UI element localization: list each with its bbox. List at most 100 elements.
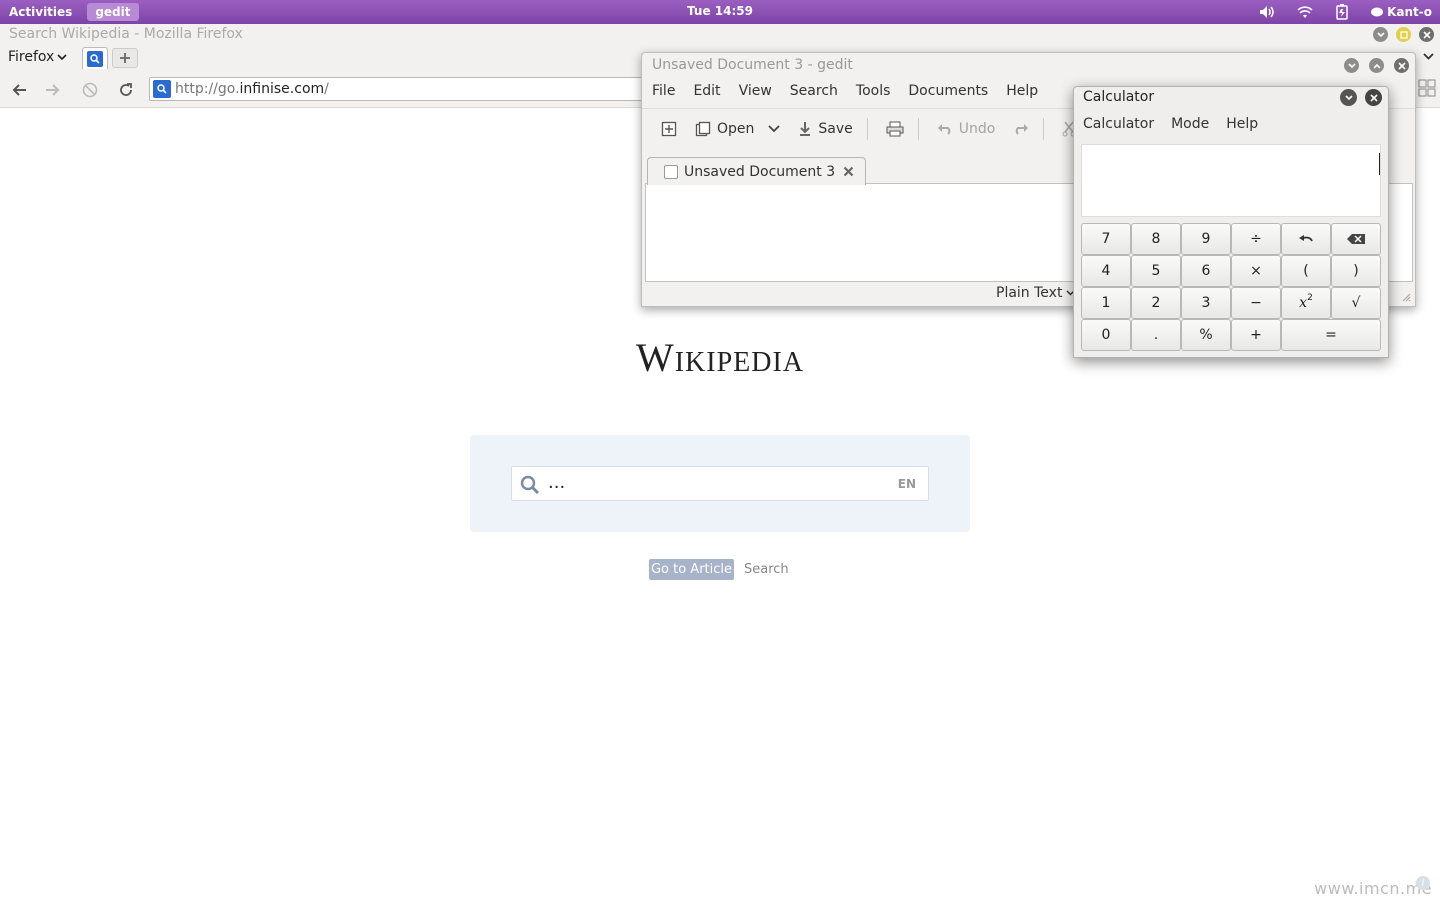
language-selector[interactable]: EN: [898, 477, 916, 491]
url-bar[interactable]: http://go.infinise.com/: [149, 77, 659, 101]
plus-icon: [120, 53, 130, 63]
close-icon: [1369, 93, 1378, 102]
reload-button[interactable]: [115, 79, 137, 101]
key-percent[interactable]: %: [1181, 319, 1231, 351]
key-8[interactable]: 8: [1131, 223, 1181, 255]
document-tab[interactable]: Unsaved Document 3: [647, 157, 866, 185]
new-document-button[interactable]: [661, 121, 677, 137]
minimize-button[interactable]: [1340, 89, 1357, 106]
chevron-down-icon: [768, 124, 781, 132]
key-6[interactable]: 6: [1181, 255, 1231, 287]
close-button[interactable]: [1394, 58, 1409, 73]
wifi-icon[interactable]: [1297, 5, 1313, 19]
close-icon: [1397, 61, 1406, 70]
key-5[interactable]: 5: [1131, 255, 1181, 287]
minimize-button[interactable]: [1373, 27, 1388, 42]
menu-help[interactable]: Help: [996, 81, 1046, 105]
maximize-button[interactable]: [1369, 58, 1384, 73]
menu-help[interactable]: Help: [1217, 116, 1266, 132]
volume-icon[interactable]: [1259, 5, 1275, 19]
gedit-menubar: File Edit View Search Tools Documents He…: [642, 81, 1046, 105]
key-9[interactable]: 9: [1181, 223, 1231, 255]
resize-grip-icon[interactable]: [1401, 291, 1411, 306]
battery-icon[interactable]: [1335, 4, 1349, 20]
back-button[interactable]: [8, 79, 30, 101]
key-multiply[interactable]: ×: [1231, 255, 1281, 287]
open-button[interactable]: Open: [695, 120, 781, 137]
key-1[interactable]: 1: [1081, 287, 1131, 319]
app-menu-button[interactable]: gedit: [87, 3, 139, 21]
user-menu[interactable]: Kant-o: [1371, 5, 1432, 19]
go-to-article-button[interactable]: Go to Article: [649, 559, 734, 580]
key-sqrt[interactable]: √: [1331, 287, 1381, 319]
forward-button[interactable]: [42, 79, 64, 101]
minimize-button[interactable]: [1344, 58, 1359, 73]
clock[interactable]: Tue 14:59: [0, 4, 1440, 18]
grid-view-icon[interactable]: [1418, 79, 1436, 101]
activities-button[interactable]: Activities: [0, 5, 81, 19]
save-button[interactable]: Save: [798, 121, 853, 137]
menu-tools[interactable]: Tools: [846, 81, 899, 105]
key-equals[interactable]: =: [1281, 319, 1381, 351]
search-button[interactable]: Search: [744, 562, 789, 577]
menu-calculator[interactable]: Calculator: [1074, 116, 1162, 132]
key-square[interactable]: x2: [1281, 287, 1331, 319]
reload-icon: [120, 83, 132, 96]
list-all-tabs-button[interactable]: [1423, 50, 1434, 65]
gedit-window-controls: [1344, 58, 1409, 73]
key-2[interactable]: 2: [1131, 287, 1181, 319]
stop-button[interactable]: [79, 79, 101, 101]
key-4[interactable]: 4: [1081, 255, 1131, 287]
key-0[interactable]: 0: [1081, 319, 1131, 351]
top-panel: Activities gedit Tue 14:59 Kant-o: [0, 0, 1440, 24]
calculator-window-title[interactable]: Calculator: [1083, 89, 1154, 105]
close-button[interactable]: [1365, 89, 1382, 106]
firefox-menu-label: Firefox: [8, 49, 55, 65]
info-icon: i: [1416, 876, 1430, 890]
firefox-menu-button[interactable]: Firefox: [8, 49, 67, 65]
chevron-down-icon: [1423, 53, 1434, 60]
key-decimal[interactable]: .: [1131, 319, 1181, 351]
redo-button[interactable]: [1013, 123, 1029, 135]
key-3[interactable]: 3: [1181, 287, 1231, 319]
key-open-paren[interactable]: (: [1281, 255, 1331, 287]
watermark: www.imcn.me: [1314, 879, 1432, 898]
undo-button[interactable]: Undo: [937, 121, 995, 137]
menu-mode[interactable]: Mode: [1162, 116, 1217, 132]
site-identity-icon[interactable]: [153, 80, 171, 98]
save-icon: [800, 121, 811, 136]
menu-search[interactable]: Search: [780, 81, 846, 105]
search-icon: [520, 475, 540, 499]
menu-view[interactable]: View: [729, 81, 780, 105]
language-dropdown[interactable]: Plain Text: [996, 285, 1075, 301]
gedit-window-title: Unsaved Document 3 - gedit: [652, 57, 853, 73]
close-button[interactable]: [1419, 27, 1434, 42]
key-7[interactable]: 7: [1081, 223, 1131, 255]
menu-file[interactable]: File: [642, 81, 683, 105]
gedit-titlebar[interactable]: Unsaved Document 3 - gedit: [642, 53, 1415, 79]
print-button[interactable]: [886, 121, 904, 137]
key-backspace[interactable]: [1331, 223, 1381, 255]
print-icon: [886, 121, 904, 136]
search-panel: ... EN: [470, 435, 970, 532]
active-tab[interactable]: [82, 47, 108, 69]
menu-edit[interactable]: Edit: [683, 81, 728, 105]
menu-documents[interactable]: Documents: [898, 81, 996, 105]
maximize-button[interactable]: [1396, 27, 1411, 42]
key-subtract[interactable]: −: [1231, 287, 1281, 319]
open-label: Open: [717, 120, 755, 137]
close-tab-icon[interactable]: [843, 166, 854, 177]
calculator-display[interactable]: [1081, 144, 1381, 217]
key-divide[interactable]: ÷: [1231, 223, 1281, 255]
new-tab-button[interactable]: [112, 48, 138, 68]
chevron-down-icon: [1347, 62, 1356, 68]
wikipedia-logo: Wikipedia: [635, 335, 805, 380]
stop-icon: [82, 82, 98, 98]
search-input[interactable]: ... EN: [511, 466, 929, 501]
undo-icon: [1299, 235, 1313, 242]
language-label: Plain Text: [996, 285, 1063, 301]
undo-icon: [937, 123, 951, 135]
key-close-paren[interactable]: ): [1331, 255, 1381, 287]
key-add[interactable]: +: [1231, 319, 1281, 351]
key-undo[interactable]: [1281, 223, 1331, 255]
